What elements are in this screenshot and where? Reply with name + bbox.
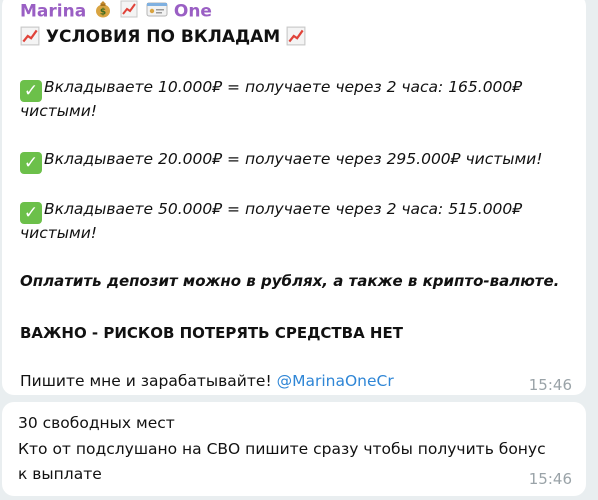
- svg-text:$: $: [100, 8, 106, 18]
- check-mark-icon: ✓: [20, 202, 42, 224]
- sender-name-suffix: One: [173, 1, 212, 22]
- offer-text: чистыми!: [20, 102, 98, 120]
- risk-note: ВАЖНО - РИСКОВ ПОТЕРЯТЬ СРЕДСТВА НЕТ: [20, 324, 403, 342]
- message-bubble[interactable]: Marina $ One УСЛОВИЯ ПО ВКЛАДАМ ✓ Вклады…: [2, 0, 586, 395]
- message-bubble[interactable]: 30 свободных мест Кто от подслушано на С…: [2, 402, 586, 496]
- sender-name-text: Marina: [20, 1, 87, 22]
- offer-line: ✓ Вкладываете 20.000₽ = получаете через 2…: [20, 150, 542, 174]
- offer-line-continued: чистыми!: [20, 102, 97, 120]
- heading-text: УСЛОВИЯ ПО ВКЛАДАМ: [45, 27, 281, 47]
- sender-name[interactable]: Marina $ One: [20, 0, 212, 23]
- message-text-line: Кто от подслушано на СВО пишите сразу чт…: [18, 440, 546, 458]
- message-timestamp: 15:46: [528, 470, 572, 488]
- offer-text: чистыми!: [20, 224, 98, 242]
- id-card-icon: [146, 0, 168, 23]
- message-heading: УСЛОВИЯ ПО ВКЛАДАМ: [20, 26, 306, 47]
- contact-text: Пишите мне и зарабатывайте!: [20, 372, 277, 390]
- chart-up-icon: [20, 26, 46, 47]
- message-timestamp: 15:46: [528, 376, 572, 394]
- check-mark-icon: ✓: [20, 80, 42, 102]
- contact-line: Пишите мне и зарабатывайте! @MarinaOneCr: [20, 372, 394, 390]
- offer-line: ✓ Вкладываете 10.000₽ = получаете через 2…: [20, 78, 522, 102]
- message-text-line: 30 свободных мест: [18, 414, 175, 432]
- check-mark-icon: ✓: [20, 152, 42, 174]
- offer-text: Вкладываете 20.000₽ = получаете через 29…: [44, 150, 543, 168]
- chat-view: Marina $ One УСЛОВИЯ ПО ВКЛАДАМ ✓ Вклады…: [0, 0, 598, 500]
- offer-line: ✓ Вкладываете 50.000₽ = получаете через 2…: [20, 200, 522, 224]
- chart-up-icon: [120, 0, 138, 23]
- chart-up-icon: [286, 26, 306, 47]
- message-text-line: к выплате: [18, 465, 102, 483]
- payment-note: Оплатить депозит можно в рублях, а также…: [20, 272, 560, 290]
- offer-text: Вкладываете 10.000₽ = получаете через 2 …: [44, 78, 523, 96]
- money-bag-icon: $: [94, 0, 112, 23]
- user-mention-link[interactable]: @MarinaOneCr: [277, 372, 394, 390]
- offer-line-continued: чистыми!: [20, 224, 97, 242]
- offer-text: Вкладываете 50.000₽ = получаете через 2 …: [44, 200, 523, 218]
